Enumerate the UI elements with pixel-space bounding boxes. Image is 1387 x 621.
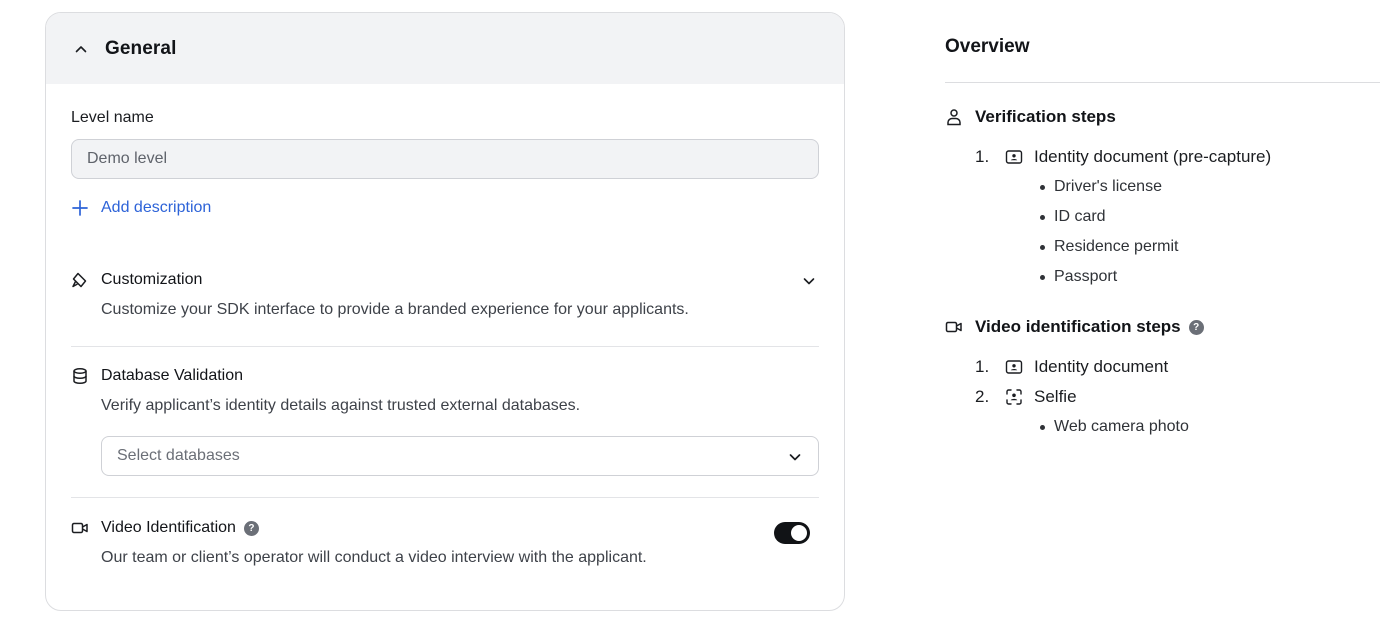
step-label: Identity document (pre-capture) <box>1034 147 1272 166</box>
database-validation-title: Database Validation <box>101 367 244 384</box>
video-steps-title: Video identification steps <box>975 317 1181 336</box>
overview-title: Overview <box>945 36 1030 57</box>
select-databases-dropdown[interactable]: Select databases <box>101 436 819 476</box>
select-databases-placeholder: Select databases <box>117 447 240 464</box>
video-camera-icon <box>71 522 88 534</box>
video-identification-title: Video Identification <box>101 519 236 536</box>
overview-panel: Overview Verification steps 1. Identity … <box>945 0 1380 621</box>
chevron-down-icon[interactable] <box>802 274 816 288</box>
person-icon <box>947 109 961 126</box>
verification-steps-heading: Verification steps <box>945 107 1116 127</box>
video-steps-heading: Video identification steps ? <box>945 317 1204 337</box>
list-item-text: ID card <box>1054 208 1106 225</box>
general-section-header[interactable]: General <box>46 13 844 84</box>
level-name-value: Demo level <box>87 150 168 167</box>
level-name-input[interactable]: Demo level <box>71 139 819 179</box>
divider <box>71 497 819 498</box>
step-label: Selfie <box>1034 387 1077 406</box>
video-step: 1. Identity document <box>975 357 1168 377</box>
video-identification-description: Our team or client’s operator will condu… <box>101 549 647 566</box>
bullet-dot <box>1040 244 1045 250</box>
step-number: 1. <box>975 357 990 376</box>
help-icon[interactable]: ? <box>243 521 259 536</box>
list-item-text: Driver's license <box>1054 178 1162 195</box>
list-item: Passport <box>1040 268 1117 286</box>
database-icon <box>73 368 87 385</box>
divider <box>945 82 1380 83</box>
list-item: Web camera photo <box>1040 418 1189 436</box>
divider <box>71 346 819 347</box>
id-card-icon <box>1005 360 1023 374</box>
bullet-dot <box>1040 274 1045 280</box>
list-item: Residence permit <box>1040 238 1179 256</box>
video-identification-section: Video Identification? Our team or client… <box>71 507 820 577</box>
face-scan-icon <box>1006 389 1022 405</box>
plus-icon <box>72 200 88 216</box>
list-item-text: Passport <box>1054 268 1118 285</box>
verification-step: 1. Identity document (pre-capture) <box>975 147 1271 167</box>
brush-icon <box>72 272 87 288</box>
video-identification-title-row: Video Identification? <box>101 519 259 537</box>
add-description-button[interactable]: Add description <box>71 199 211 217</box>
general-title: General <box>105 37 177 59</box>
database-validation-section: Database Validation Verify applicant’s i… <box>71 356 820 486</box>
bullet-dot <box>1040 424 1045 430</box>
list-item-text: Residence permit <box>1054 238 1179 255</box>
step-number: 1. <box>975 147 990 166</box>
verification-steps-title: Verification steps <box>975 107 1116 126</box>
step-label: Identity document <box>1034 357 1169 376</box>
help-icon[interactable]: ? <box>1188 319 1204 335</box>
video-identification-toggle[interactable] <box>774 522 810 544</box>
chevron-down-icon <box>789 454 801 461</box>
chevron-up-icon[interactable] <box>74 42 88 56</box>
add-description-label: Add description <box>101 199 212 216</box>
toggle-knob <box>791 525 807 541</box>
level-name-label: Level name <box>71 109 154 126</box>
id-card-icon <box>1005 150 1023 164</box>
general-card: General Level name Demo level Add descri… <box>45 12 845 611</box>
list-item: Driver's license <box>1040 178 1162 196</box>
bullet-dot <box>1040 184 1045 190</box>
customization-section[interactable]: Customization Customize your SDK interfa… <box>71 259 820 349</box>
video-step: 2. Selfie <box>975 387 1077 407</box>
bullet-dot <box>1040 214 1045 220</box>
list-item-text: Web camera photo <box>1054 418 1189 435</box>
video-camera-icon <box>945 321 962 333</box>
customization-title: Customization <box>101 271 203 288</box>
list-item: ID card <box>1040 208 1106 226</box>
step-number: 2. <box>975 387 990 406</box>
customization-description: Customize your SDK interface to provide … <box>101 301 689 318</box>
database-validation-description: Verify applicant’s identity details agai… <box>101 397 581 414</box>
